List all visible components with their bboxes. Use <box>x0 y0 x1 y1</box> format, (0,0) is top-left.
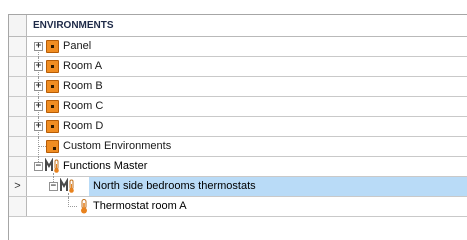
tree-row-room-d[interactable]: + Room D <box>9 117 467 137</box>
tree-label-north-side-bedrooms-thermostats: North side bedrooms thermostats <box>93 180 256 192</box>
tree-row-room-c[interactable]: + Room C <box>9 97 467 117</box>
tree-row-room-a[interactable]: + Room A <box>9 57 467 77</box>
environments-panel: ENVIRONMENTS + Panel + Room A + Room B +… <box>8 14 467 240</box>
header-row-selector <box>9 15 27 36</box>
tree-row-room-b[interactable]: + Room B <box>9 77 467 97</box>
row-selector[interactable] <box>9 117 27 136</box>
functions-master-icon <box>45 158 59 173</box>
thermometer-icon <box>81 199 87 214</box>
tree-label-custom-environments: Custom Environments <box>63 140 172 152</box>
tree-label-room-d: Room D <box>63 120 104 132</box>
environment-icon <box>46 60 59 73</box>
tree-row-functions-master[interactable]: − Functions Master <box>9 157 467 177</box>
tree-row-thermostat-room-a[interactable]: Thermostat room A <box>9 197 467 217</box>
environment-icon <box>46 100 59 113</box>
expand-room-a-button[interactable]: + <box>34 62 43 71</box>
row-selector[interactable] <box>9 37 27 56</box>
tree-row-north-side-bedrooms-thermostats[interactable]: > − North side bedrooms thermostats <box>9 177 467 197</box>
tree-label-room-b: Room B <box>63 80 103 92</box>
tree-label-thermostat-room-a: Thermostat room A <box>93 200 187 212</box>
expand-panel-button[interactable]: + <box>34 42 43 51</box>
tree-row-panel[interactable]: + Panel <box>9 37 467 57</box>
functions-master-icon <box>60 178 74 193</box>
tree-label-room-c: Room C <box>63 100 104 112</box>
row-selector[interactable] <box>9 97 27 116</box>
tree-label-room-a: Room A <box>63 60 103 72</box>
expand-room-d-button[interactable]: + <box>34 122 43 131</box>
row-indicator[interactable]: > <box>9 177 27 196</box>
custom-environment-icon <box>46 140 59 153</box>
row-selector[interactable] <box>9 77 27 96</box>
column-header-title: ENVIRONMENTS <box>33 20 114 31</box>
collapse-north-side-button[interactable]: − <box>49 182 58 191</box>
row-selector[interactable] <box>9 157 27 176</box>
environment-tree: + Panel + Room A + Room B + Room C + Roo… <box>9 37 467 217</box>
environment-icon <box>46 40 59 53</box>
expand-room-c-button[interactable]: + <box>34 102 43 111</box>
tree-label-functions-master: Functions Master <box>63 160 148 172</box>
tree-row-custom-environments[interactable]: Custom Environments <box>9 137 467 157</box>
environment-icon <box>46 120 59 133</box>
column-header: ENVIRONMENTS <box>9 15 467 37</box>
environment-icon <box>46 80 59 93</box>
row-selector[interactable] <box>9 137 27 156</box>
tree-label-panel: Panel <box>63 40 92 52</box>
row-selector[interactable] <box>9 197 27 216</box>
row-selector[interactable] <box>9 57 27 76</box>
expand-room-b-button[interactable]: + <box>34 82 43 91</box>
collapse-functions-master-button[interactable]: − <box>34 162 43 171</box>
